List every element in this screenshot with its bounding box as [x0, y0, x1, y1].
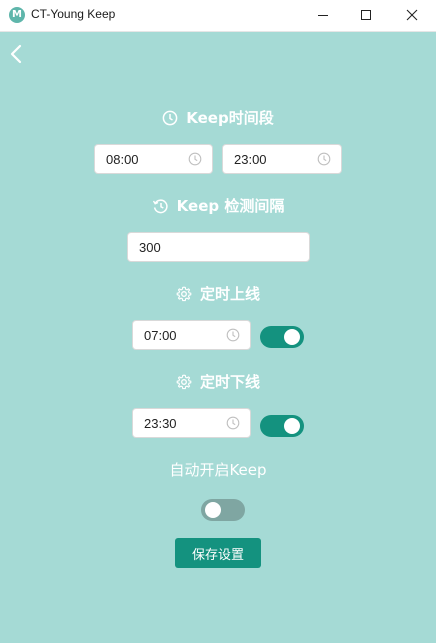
close-icon [406, 9, 418, 21]
app-logo-icon: M [9, 7, 25, 23]
auto-start-toggle[interactable] [201, 499, 245, 521]
maximize-button[interactable] [343, 0, 389, 31]
scheduled-offline-heading: 定时下线 [0, 371, 436, 392]
keep-interval-input[interactable]: 300 [127, 232, 310, 262]
history-icon [152, 198, 168, 213]
close-button[interactable] [389, 0, 435, 31]
back-button[interactable] [8, 44, 26, 64]
online-time-value: 07:00 [144, 327, 177, 343]
scheduled-online-title: 定时上线 [199, 285, 260, 303]
save-settings-button[interactable]: 保存设置 [175, 538, 261, 568]
keep-interval-title: Keep 检测间隔 [176, 197, 285, 215]
minimize-icon [318, 15, 328, 16]
clock-icon [162, 110, 178, 125]
auto-start-title: 自动开启Keep [169, 461, 267, 479]
keep-end-time-input[interactable]: 23:00 [222, 144, 342, 174]
clock-icon [188, 152, 202, 166]
scheduled-online-heading: 定时上线 [0, 283, 436, 304]
back-chevron-icon [10, 44, 22, 64]
toggle-knob [284, 329, 300, 345]
keep-end-time-value: 23:00 [234, 151, 267, 167]
scheduled-offline-title: 定时下线 [199, 373, 260, 391]
auto-start-heading: 自动开启Keep [0, 459, 436, 480]
keep-start-time-value: 08:00 [106, 151, 139, 167]
minimize-button-area[interactable] [300, 0, 346, 31]
clock-icon [317, 152, 331, 166]
keep-interval-value: 300 [139, 239, 161, 255]
offline-time-value: 23:30 [144, 415, 177, 431]
keep-interval-heading: Keep 检测间隔 [0, 195, 436, 216]
clock-icon [226, 328, 240, 342]
maximize-icon [361, 10, 371, 20]
keep-period-heading: Keep时间段 [0, 107, 436, 128]
keep-start-time-input[interactable]: 08:00 [94, 144, 213, 174]
offline-time-input[interactable]: 23:30 [132, 408, 251, 438]
online-schedule-toggle[interactable] [260, 326, 304, 348]
gear-icon [176, 286, 192, 301]
clock-icon [226, 416, 240, 430]
toggle-knob [205, 502, 221, 518]
window-title: CT-Young Keep [31, 7, 116, 21]
offline-schedule-toggle[interactable] [260, 415, 304, 437]
keep-period-title: Keep时间段 [186, 109, 274, 127]
online-time-input[interactable]: 07:00 [132, 320, 251, 350]
toggle-knob [284, 418, 300, 434]
gear-icon [176, 374, 192, 389]
